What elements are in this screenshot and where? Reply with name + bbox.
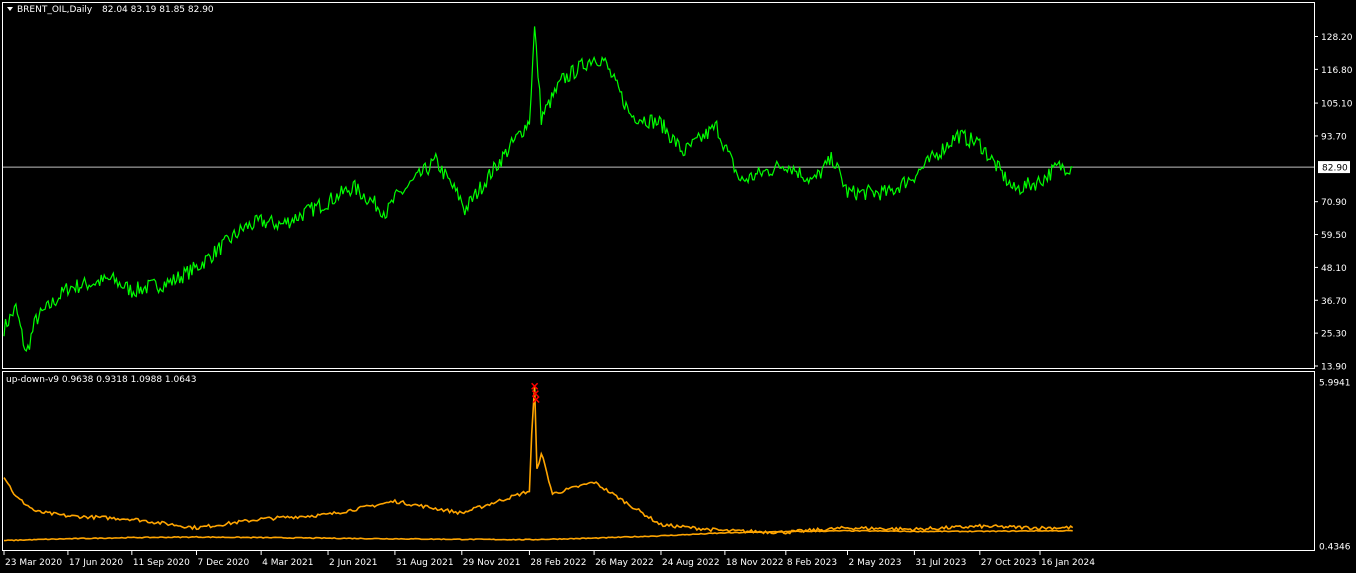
chart-window[interactable]: 128.20 116.80 105.10 93.70 70.90 59.50 48.10 36… (0, 0, 1356, 573)
time-tick-label: 29 Nov 2021 (463, 558, 521, 568)
price-tick-label: 116.80 (1321, 66, 1353, 76)
price-panel-frame[interactable] (2, 2, 1315, 369)
time-tick-label: 8 Feb 2023 (787, 558, 837, 568)
time-tick-label: 18 Nov 2022 (726, 558, 784, 568)
time-tick-label: 31 Jul 2023 (915, 558, 966, 568)
time-tick-label: 17 Jun 2020 (69, 558, 123, 568)
price-tick-label: 128.20 (1321, 33, 1353, 43)
indicator-title: up-down-v9 0.9638 0.9318 1.0988 1.0643 (6, 375, 196, 385)
time-tick-label: 2 Jun 2021 (329, 558, 377, 568)
price-tick-label: 36.70 (1321, 297, 1347, 307)
time-tick-label: 28 Feb 2022 (530, 558, 586, 568)
ohlc-values: 82.04 83.19 81.85 82.90 (102, 5, 214, 15)
time-tick-label: 23 Mar 2020 (5, 558, 62, 568)
symbol-title: BRENT_OIL,Daily (17, 5, 93, 15)
time-axis: 23 Mar 2020 17 Jun 2020 11 Sep 2020 7 Dec 2… (3, 551, 1095, 568)
time-tick-label: 4 Mar 2021 (262, 558, 313, 568)
time-tick-label: 7 Dec 2020 (197, 558, 249, 568)
indicator-tick-label: 5.9941 (1319, 379, 1351, 389)
price-tick-label: 105.10 (1321, 100, 1353, 110)
price-tick-label: 70.90 (1321, 198, 1347, 208)
price-tick-label: 93.70 (1321, 132, 1347, 142)
time-tick-label: 27 Oct 2023 (981, 558, 1037, 568)
current-price-label: 82.90 (1322, 164, 1348, 174)
time-tick-label: 11 Sep 2020 (133, 558, 190, 568)
indicator-axis: 5.9941 0.4346 (1319, 379, 1351, 553)
time-tick-label: 26 May 2022 (595, 558, 654, 568)
price-axis: 128.20 116.80 105.10 93.70 70.90 59.50 48.10 36… (1314, 33, 1353, 373)
time-tick-label: 16 Jan 2024 (1041, 558, 1095, 568)
time-tick-label: 24 Aug 2022 (662, 558, 720, 568)
time-tick-label: 31 Aug 2021 (396, 558, 454, 568)
time-tick-label: 2 May 2023 (849, 558, 902, 568)
price-tick-label: 13.90 (1321, 363, 1347, 373)
price-tick-label: 59.50 (1321, 231, 1347, 241)
price-tick-label: 25.30 (1321, 330, 1347, 340)
indicator-tick-label: 0.4346 (1319, 543, 1351, 553)
price-tick-label: 48.10 (1321, 264, 1347, 274)
